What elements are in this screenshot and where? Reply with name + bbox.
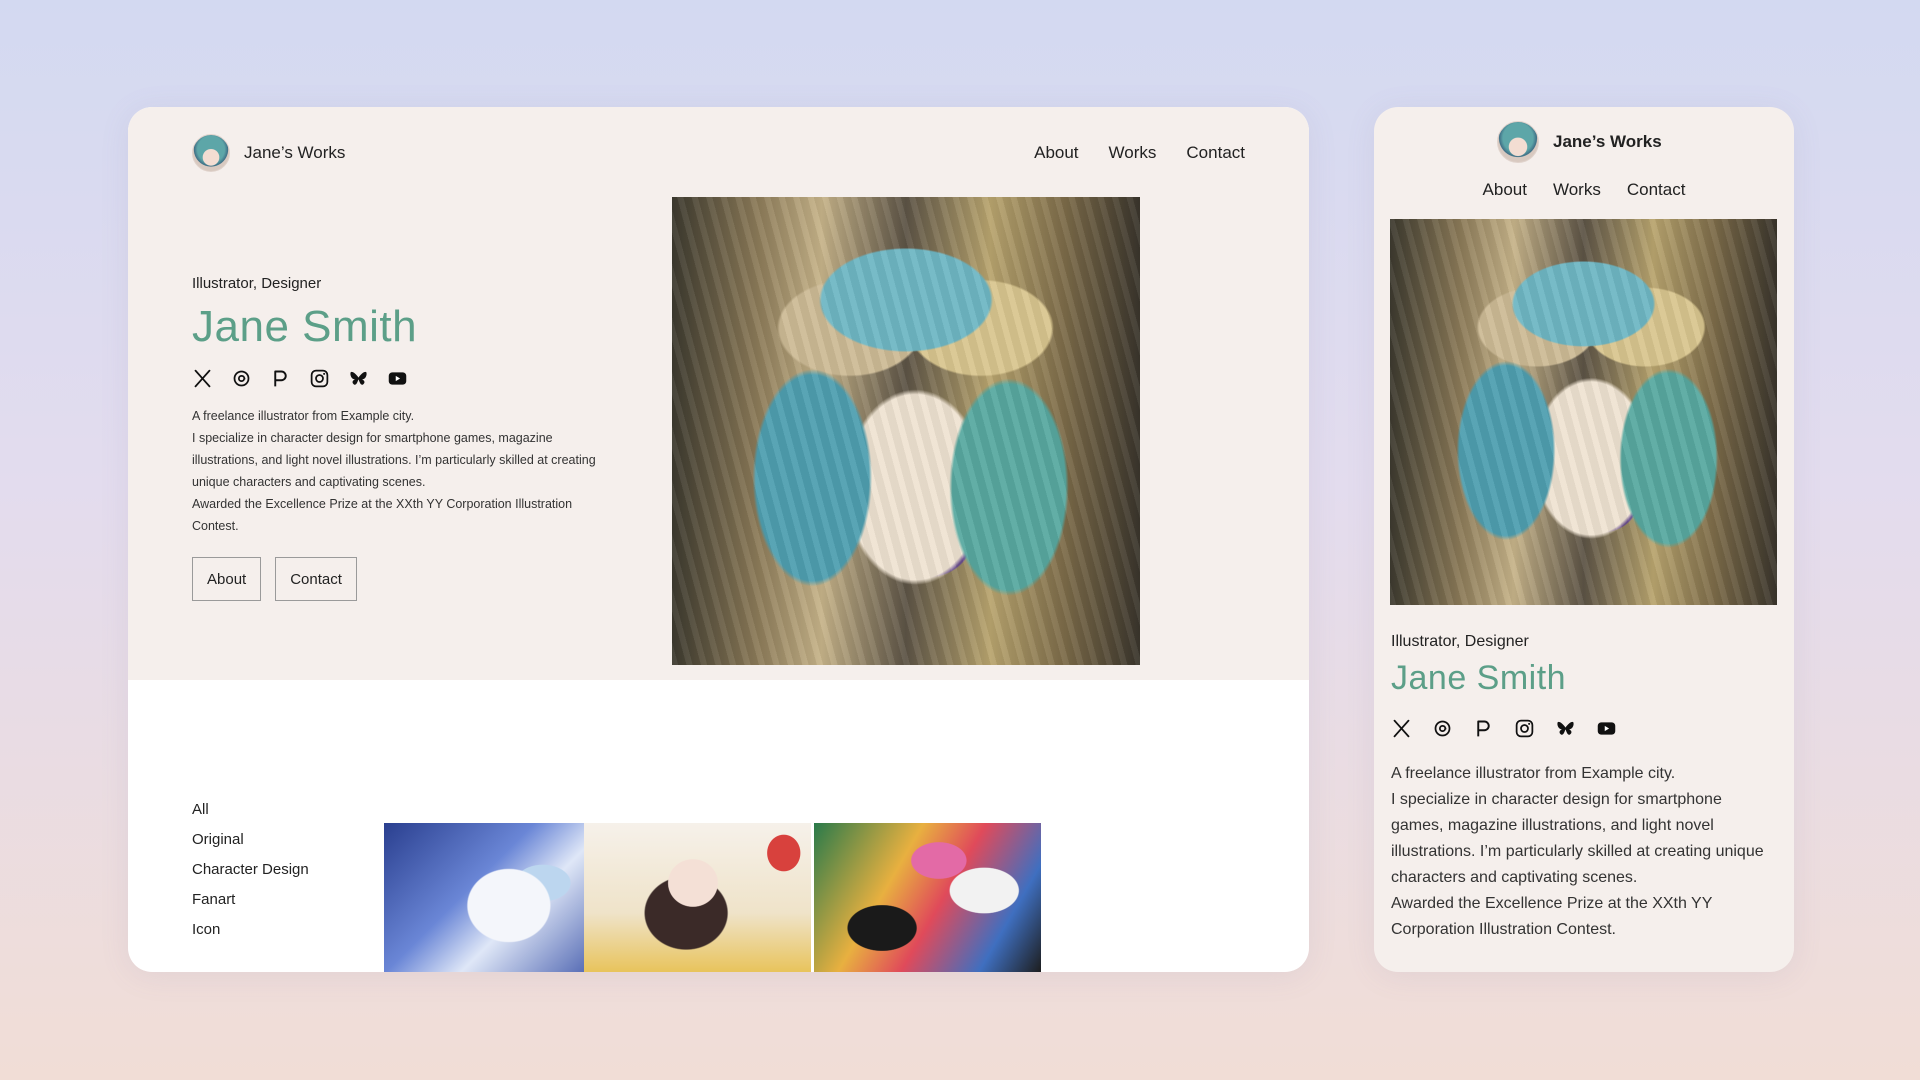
pixiv-icon[interactable] bbox=[1473, 718, 1494, 739]
works-thumbnail[interactable] bbox=[384, 823, 611, 972]
nav-about[interactable]: About bbox=[1034, 143, 1078, 163]
threads-icon[interactable] bbox=[231, 368, 252, 389]
nav-works[interactable]: Works bbox=[1109, 143, 1157, 163]
threads-icon[interactable] bbox=[1432, 718, 1453, 739]
bio-line-2: I specialize in character design for sma… bbox=[192, 431, 596, 489]
nav-contact[interactable]: Contact bbox=[1627, 180, 1686, 200]
nav-works[interactable]: Works bbox=[1553, 180, 1601, 200]
category-filters: All Original Character Design Fanart Ico… bbox=[192, 795, 309, 945]
mobile-preview: Jane’s Works About Works Contact Illustr… bbox=[1374, 107, 1794, 972]
filter-original[interactable]: Original bbox=[192, 825, 309, 855]
hero-intro: Illustrator, Designer Jane Smith A freel… bbox=[1391, 633, 1771, 943]
artist-name: Jane Smith bbox=[192, 302, 418, 351]
filter-fanart[interactable]: Fanart bbox=[192, 885, 309, 915]
bio-line-2: I specialize in character design for sma… bbox=[1391, 791, 1764, 886]
avatar bbox=[192, 134, 230, 172]
filter-icon[interactable]: Icon bbox=[192, 915, 309, 945]
hero-illustration bbox=[1390, 219, 1777, 605]
brand-name: Jane’s Works bbox=[244, 143, 346, 162]
contact-button[interactable]: Contact bbox=[275, 557, 357, 601]
works-thumbnail[interactable] bbox=[584, 823, 811, 972]
filter-character-design[interactable]: Character Design bbox=[192, 855, 309, 885]
brand[interactable]: Jane’s Works bbox=[1497, 121, 1662, 163]
bio: A freelance illustrator from Example cit… bbox=[192, 405, 612, 537]
x-icon[interactable] bbox=[192, 368, 213, 389]
brand[interactable]: Jane’s Works bbox=[192, 134, 345, 172]
youtube-icon[interactable] bbox=[1596, 718, 1617, 739]
instagram-icon[interactable] bbox=[309, 368, 330, 389]
desktop-preview: Jane’s Works About Works Contact Illustr… bbox=[128, 107, 1309, 972]
hero-illustration bbox=[672, 197, 1140, 665]
about-button[interactable]: About bbox=[192, 557, 262, 601]
hero-intro: Illustrator, Designer Jane Smith A freel… bbox=[192, 275, 612, 601]
bio-line-1: A freelance illustrator from Example cit… bbox=[1391, 765, 1676, 782]
x-icon[interactable] bbox=[1391, 718, 1412, 739]
social-links bbox=[1391, 718, 1771, 739]
bio-line-3: Awarded the Excellence Prize at the XXth… bbox=[192, 497, 573, 533]
filter-all[interactable]: All bbox=[192, 795, 309, 825]
brand-name: Jane’s Works bbox=[1553, 132, 1662, 151]
pixiv-icon[interactable] bbox=[270, 368, 291, 389]
nav-contact[interactable]: Contact bbox=[1186, 143, 1245, 163]
avatar bbox=[1497, 121, 1539, 163]
youtube-icon[interactable] bbox=[387, 368, 408, 389]
nav-links: About Works Contact bbox=[1034, 143, 1245, 163]
bio-line-1: A freelance illustrator from Example cit… bbox=[192, 409, 415, 423]
nav-about[interactable]: About bbox=[1483, 180, 1527, 200]
hero-buttons: About Contact bbox=[192, 557, 612, 601]
bluesky-icon[interactable] bbox=[348, 368, 369, 389]
artist-name: Jane Smith bbox=[1391, 659, 1567, 697]
nav-links: About Works Contact bbox=[1374, 180, 1794, 200]
bio: A freelance illustrator from Example cit… bbox=[1391, 761, 1771, 943]
instagram-icon[interactable] bbox=[1514, 718, 1535, 739]
works-thumbnail[interactable] bbox=[814, 823, 1041, 972]
bio-line-3: Awarded the Excellence Prize at the XXth… bbox=[1391, 895, 1713, 938]
header: Jane’s Works About Works Contact bbox=[192, 131, 1245, 175]
bluesky-icon[interactable] bbox=[1555, 718, 1576, 739]
role-text: Illustrator, Designer bbox=[1391, 633, 1529, 650]
social-links bbox=[192, 368, 612, 389]
role-text: Illustrator, Designer bbox=[192, 275, 322, 292]
